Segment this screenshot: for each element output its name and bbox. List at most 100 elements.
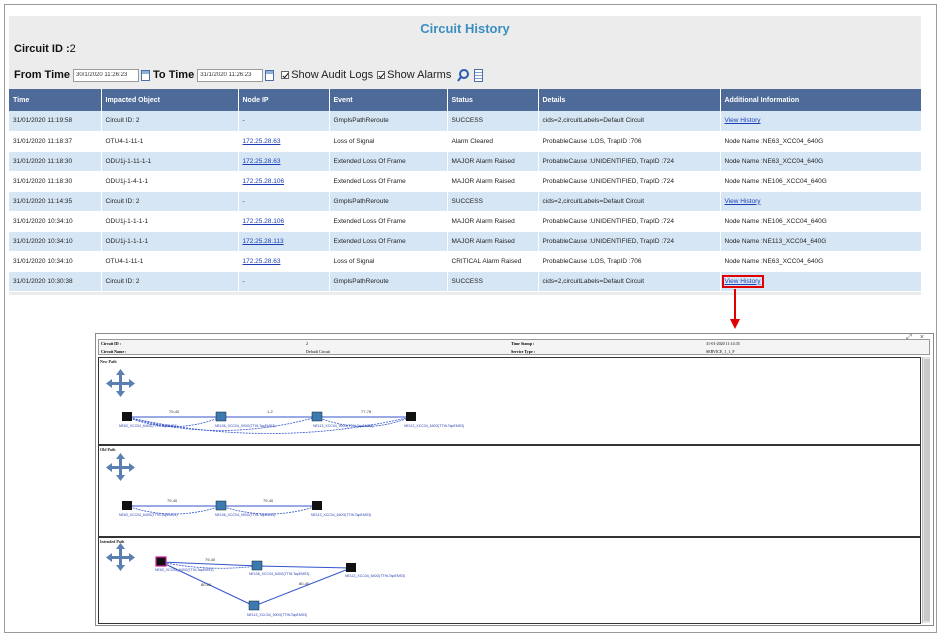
table-cell: 172.25.28.106 [238,211,330,232]
link-label: 79-40 [205,557,216,562]
table-row: 31/01/2020 10:34:10 ODU1j-1-1-1-1 172.25.2… [9,211,922,232]
popup-scrollbar-thumb[interactable] [924,359,930,621]
calendar-icon[interactable] [265,69,275,81]
export-report-icon[interactable] [474,68,484,82]
table-cell: ProbableCause :UNIDENTIFIED, TrapID :724 [538,151,721,172]
column-header: Impacted Object [101,89,239,111]
table-cell: ODU1j-1-4-1-1 [101,171,239,192]
column-header: Node IP [238,89,330,111]
link-label: 79-40 [263,498,274,503]
table-cell: cids=2,circuitLabels=Default Circuit [538,111,721,132]
page-title: Circuit History [420,21,510,36]
table-cell: OTU4-1-11-1 [101,131,239,152]
table-row: 31/01/2020 11:19:58 Circuit ID: 2- GmplsPa… [9,111,922,132]
show-alarms-checkbox[interactable] [377,71,386,79]
network-node[interactable] [155,556,167,567]
table-cell: 31/01/2020 11:18:30 [9,151,102,172]
table-cell: OTU4-1-11-1 [101,251,239,272]
table-cell: Alarm Cleared [447,131,539,152]
view-history-link[interactable]: View History [721,274,764,288]
search-icon[interactable] [457,68,471,82]
table-cell: MAJOR Alarm Raised [447,151,539,172]
pan-control-icon[interactable] [106,369,135,397]
from-time-input[interactable] [73,68,140,82]
network-node[interactable] [122,501,132,510]
view-history-link[interactable]: View History [725,117,761,124]
network-node[interactable] [248,600,260,611]
old-path-panel: Old Path 79-40 79-40 NE63_XCC04_640G(TTH… [98,445,921,537]
node-label: NE63_XCC04_640G(TTHLTapEMS3) [119,424,178,428]
node-label: NE113_XCC04_900G(TTHLTapEMS3) [247,613,307,617]
column-header: Status [447,89,539,111]
node-ip-link[interactable]: 172.25.28.63 [243,138,281,145]
column-header: Event [329,89,448,111]
column-header: Time [9,89,102,111]
node-label: NE113_XCC04_640G(TTHLTapEMS3) [345,574,405,578]
network-node[interactable] [215,411,227,422]
table-cell: 31/01/2020 11:18:30 [9,171,102,192]
intended-path-diagram: 79-40 80-60 80-40 NE63_XCC04_640G(TTHLTa… [106,543,405,617]
node-label: NE106_XCC04_900G(TTHLTapEMS3) [215,513,275,517]
table-row: 31/01/2020 11:14:35 Circuit ID: 2- GmplsPa… [9,191,922,212]
table-cell: View History [720,271,922,292]
show-audit-logs-label: Show Audit Logs [291,69,374,81]
table-cell: Node Name :NE63_XCC04_640G [720,251,922,272]
pan-control-icon[interactable] [106,543,135,571]
table-cell: View History [720,111,922,132]
network-node[interactable] [215,500,227,511]
new-path-panel: New Path 79-40 1-2 77-78 NE63_XCC04_640G… [98,357,921,445]
table-cell: ProbableCause :LOS, TrapID :706 [538,251,721,272]
network-node[interactable] [406,412,416,421]
show-alarms-label: Show Alarms [387,69,452,81]
to-time-input[interactable] [197,68,264,82]
time-stamp-value: 31-01-2020 11:14:35 [706,341,740,346]
table-cell: MAJOR Alarm Raised [447,171,539,192]
table-cell: 31/01/2020 10:34:10 [9,211,102,232]
history-table: Time Impacted Object Node IP Event Status Det… [9,89,922,292]
to-time-label: To Time [153,69,195,81]
table-cell: MAJOR Alarm Raised [447,231,539,252]
from-time-label: From Time [14,69,71,81]
table-cell: GmplsPathReroute [329,111,448,132]
table-cell: Extended Loss Of Frame [329,231,448,252]
table-cell: SUCCESS [447,191,539,212]
network-node[interactable] [346,563,356,572]
circuit-name-label: Circuit Name : [101,349,127,354]
table-cell: 31/01/2020 11:14:35 [9,191,102,212]
table-cell: ProbableCause :LOS, TrapID :706 [538,131,721,152]
network-node[interactable] [251,560,263,571]
node-ip-link[interactable]: 172.25.28.106 [243,178,285,185]
table-cell: CRITICAL Alarm Raised [447,251,539,272]
table-cell: Circuit ID: 2 [101,191,239,212]
popup-scrollbar[interactable] [922,357,930,623]
show-audit-logs-checkbox[interactable] [281,71,290,79]
network-node[interactable] [311,411,323,422]
table-cell: Node Name :NE113_XCC04_640G [720,231,922,252]
network-node[interactable] [122,412,132,421]
time-stamp-label: Time Stamp : [511,341,535,346]
node-label: NE113_XCC04_640G(TTHLTapEMS3) [404,424,464,428]
view-history-link[interactable]: View History [725,198,761,205]
node-ip-link[interactable]: 172.25.28.63 [243,258,281,265]
table-cell: Extended Loss Of Frame [329,151,448,172]
table-cell: 172.25.28.63 [238,151,330,172]
table-cell: SUCCESS [447,271,539,292]
network-node[interactable] [312,501,322,510]
calendar-icon[interactable] [141,69,151,81]
table-cell: 172.25.28.106 [238,171,330,192]
node-ip-link[interactable]: 172.25.28.106 [243,218,285,225]
node-label: NE113_XCC04_900G(TTHLTapEMS3) [313,424,373,428]
circuit-name-value: Default Circuit [306,349,331,354]
table-cell: ODU1j-1-11-1-1 [101,151,239,172]
table-row: 31/01/2020 10:30:38 Circuit ID: 2- GmplsPa… [9,271,922,292]
table-row: 31/01/2020 10:34:10 ODU1j-1-1-1-1 172.25.2… [9,231,922,252]
node-ip-link[interactable]: 172.25.28.63 [243,158,281,165]
node-label: NE63_XCC04_640G(TTHLTapEMS3) [155,568,214,572]
table-cell: 31/01/2020 10:30:38 [9,271,102,292]
node-ip-link[interactable]: 172.25.28.113 [243,238,284,245]
pan-control-icon[interactable] [106,453,135,481]
table-cell: ProbableCause :UNIDENTIFIED, TrapID :724 [538,231,721,252]
table-cell: 31/01/2020 11:19:58 [9,111,102,132]
circuit-id-value: 2 [69,43,76,55]
table-cell: 31/01/2020 10:34:10 [9,231,102,252]
